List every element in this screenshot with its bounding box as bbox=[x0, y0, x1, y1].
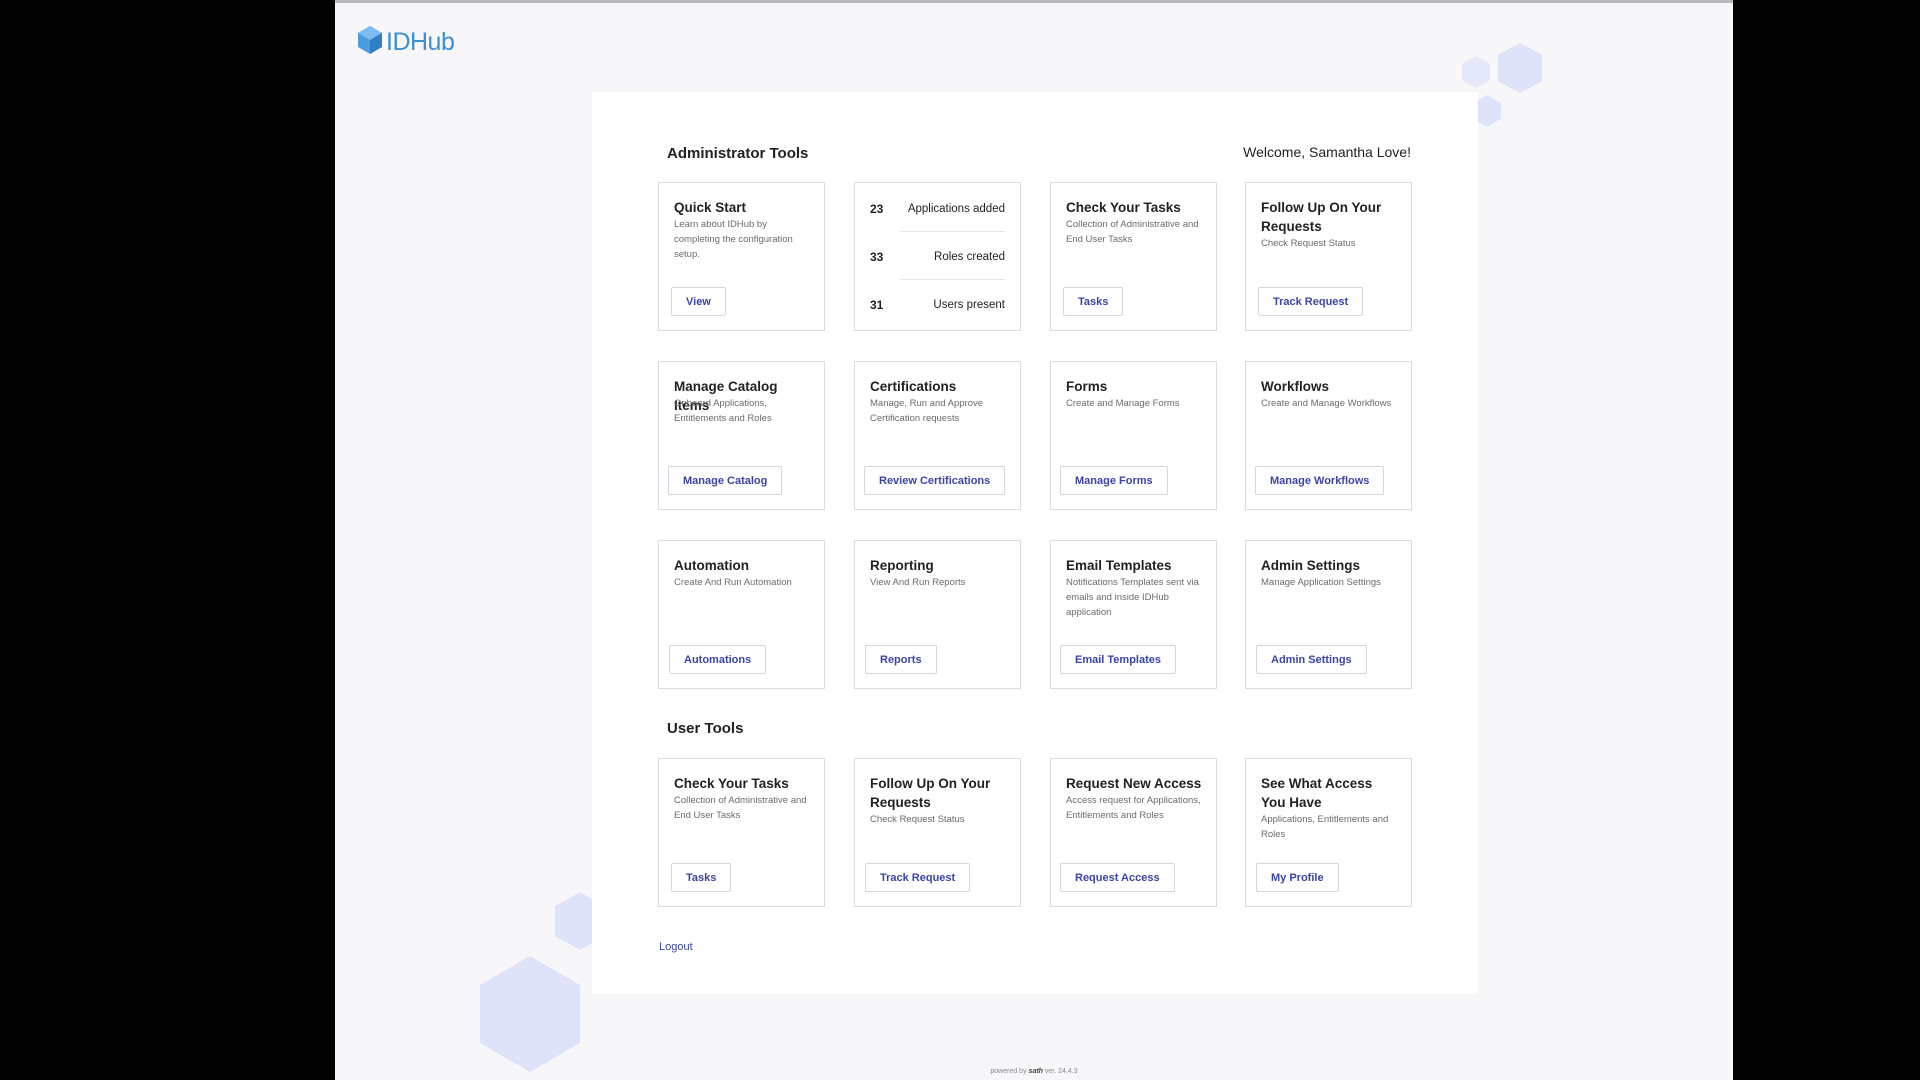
card-user-follow-up-requests: Follow Up On Your Requests Check Request… bbox=[854, 758, 1021, 907]
card-check-your-tasks: Check Your Tasks Collection of Administr… bbox=[1050, 182, 1217, 331]
card-description: Applications, Entitlements and Roles bbox=[1261, 814, 1389, 840]
card-title: Email Templates bbox=[1066, 558, 1172, 573]
stat-roles-created: 33 Roles created bbox=[870, 233, 1005, 281]
card-user-check-your-tasks: Check Your Tasks Collection of Administr… bbox=[658, 758, 825, 907]
manage-catalog-button[interactable]: Manage Catalog bbox=[668, 466, 783, 495]
card-manage-catalog-items: Manage Catalog Items Onboard Application… bbox=[658, 361, 825, 510]
footer: powered by sath ver. 24.4.3 bbox=[335, 1068, 1733, 1075]
card-title: Forms bbox=[1066, 379, 1108, 394]
idhub-logo[interactable]: IDHub bbox=[357, 25, 455, 60]
admin-settings-button[interactable]: Admin Settings bbox=[1256, 645, 1367, 674]
card-follow-up-requests: Follow Up On Your Requests Check Request… bbox=[1245, 182, 1412, 331]
card-description: Create and Manage Workflows bbox=[1261, 398, 1392, 409]
card-title: Request New Access bbox=[1066, 776, 1202, 791]
footer-version: ver. 24.4.3 bbox=[1044, 1068, 1078, 1075]
card-title: Check Your Tasks bbox=[1066, 200, 1181, 215]
card-title: Workflows bbox=[1261, 379, 1330, 394]
card-title: Admin Settings bbox=[1261, 558, 1361, 573]
card-description: Manage, Run and Approve Certification re… bbox=[870, 398, 984, 424]
email-templates-button[interactable]: Email Templates bbox=[1060, 645, 1176, 674]
stat-value: 33 bbox=[870, 250, 884, 264]
stat-applications-added: 23 Applications added bbox=[870, 185, 1005, 233]
footer-powered-by: powered by bbox=[990, 1068, 1027, 1075]
card-description: Notifications Templates sent via emails … bbox=[1066, 577, 1199, 618]
review-certifications-button[interactable]: Review Certifications bbox=[864, 466, 1006, 495]
card-description: Learn about IDHub by completing the conf… bbox=[674, 219, 793, 260]
card-quick-start: Quick Start Learn about IDHub by complet… bbox=[658, 182, 825, 331]
hexagon-logo-icon bbox=[357, 25, 383, 60]
stat-users-present: 31 Users present bbox=[870, 281, 1005, 329]
card-see-what-access: See What Access You Have Applications, E… bbox=[1245, 758, 1412, 907]
card-title: Quick Start bbox=[674, 200, 747, 215]
view-button[interactable]: View bbox=[671, 287, 726, 316]
card-title: See What Access You Have bbox=[1261, 776, 1373, 810]
card-description: Create And Run Automation bbox=[674, 577, 792, 588]
user-tools-heading: User Tools bbox=[667, 720, 744, 737]
card-description: Onboard Applications, Entitlements and R… bbox=[674, 398, 772, 424]
logo-text: IDHub bbox=[386, 28, 455, 56]
card-description: Manage Application Settings bbox=[1261, 577, 1381, 588]
user-tasks-button[interactable]: Tasks bbox=[671, 863, 732, 892]
card-certifications: Certifications Manage, Run and Approve C… bbox=[854, 361, 1021, 510]
footer-brand-logo: sath bbox=[1028, 1068, 1043, 1075]
card-title: Reporting bbox=[870, 558, 934, 573]
welcome-message: Welcome, Samantha Love! bbox=[1243, 144, 1411, 160]
card-description: Check Request Status bbox=[870, 814, 965, 825]
stat-label: Users present bbox=[933, 299, 1005, 311]
card-forms: Forms Create and Manage Forms Manage For… bbox=[1050, 361, 1217, 510]
stat-value: 23 bbox=[870, 202, 884, 216]
stat-label: Applications added bbox=[907, 203, 1005, 215]
card-email-templates: Email Templates Notifications Templates … bbox=[1050, 540, 1217, 689]
card-description: Check Request Status bbox=[1261, 238, 1356, 249]
manage-workflows-button[interactable]: Manage Workflows bbox=[1255, 466, 1385, 495]
card-title: Follow Up On Your Requests bbox=[870, 776, 991, 810]
card-title: Follow Up On Your Requests bbox=[1261, 200, 1382, 234]
stat-value: 31 bbox=[870, 298, 884, 312]
card-admin-settings: Admin Settings Manage Application Settin… bbox=[1245, 540, 1412, 689]
card-title: Check Your Tasks bbox=[674, 776, 789, 791]
card-title: Certifications bbox=[870, 379, 957, 394]
automations-button[interactable]: Automations bbox=[669, 645, 767, 674]
user-track-request-button[interactable]: Track Request bbox=[865, 863, 971, 892]
my-profile-button[interactable]: My Profile bbox=[1256, 863, 1339, 892]
manage-forms-button[interactable]: Manage Forms bbox=[1060, 466, 1168, 495]
card-description: Access request for Applications, Entitle… bbox=[1066, 795, 1201, 821]
card-request-new-access: Request New Access Access request for Ap… bbox=[1050, 758, 1217, 907]
track-request-button[interactable]: Track Request bbox=[1258, 287, 1364, 316]
stat-divider bbox=[900, 279, 1005, 280]
logout-link[interactable]: Logout bbox=[659, 941, 693, 953]
admin-tools-heading: Administrator Tools bbox=[667, 145, 809, 162]
stat-divider bbox=[900, 231, 1005, 232]
card-workflows: Workflows Create and Manage Workflows Ma… bbox=[1245, 361, 1412, 510]
card-description: View And Run Reports bbox=[870, 577, 966, 588]
request-access-button[interactable]: Request Access bbox=[1060, 863, 1175, 892]
stat-label: Roles created bbox=[934, 251, 1005, 263]
card-automation: Automation Create And Run Automation Aut… bbox=[658, 540, 825, 689]
card-description: Collection of Administrative and End Use… bbox=[1066, 219, 1199, 245]
card-title: Automation bbox=[674, 558, 749, 573]
card-description: Collection of Administrative and End Use… bbox=[674, 795, 807, 821]
reports-button[interactable]: Reports bbox=[865, 645, 937, 674]
tasks-button[interactable]: Tasks bbox=[1063, 287, 1124, 316]
card-reporting: Reporting View And Run Reports Reports bbox=[854, 540, 1021, 689]
card-stats: 23 Applications added 33 Roles created 3… bbox=[854, 182, 1021, 331]
card-description: Create and Manage Forms bbox=[1066, 398, 1180, 409]
main-panel: Administrator Tools Welcome, Samantha Lo… bbox=[592, 92, 1478, 994]
app-window: IDHub Administrator Tools Welcome, Saman… bbox=[335, 0, 1733, 1080]
